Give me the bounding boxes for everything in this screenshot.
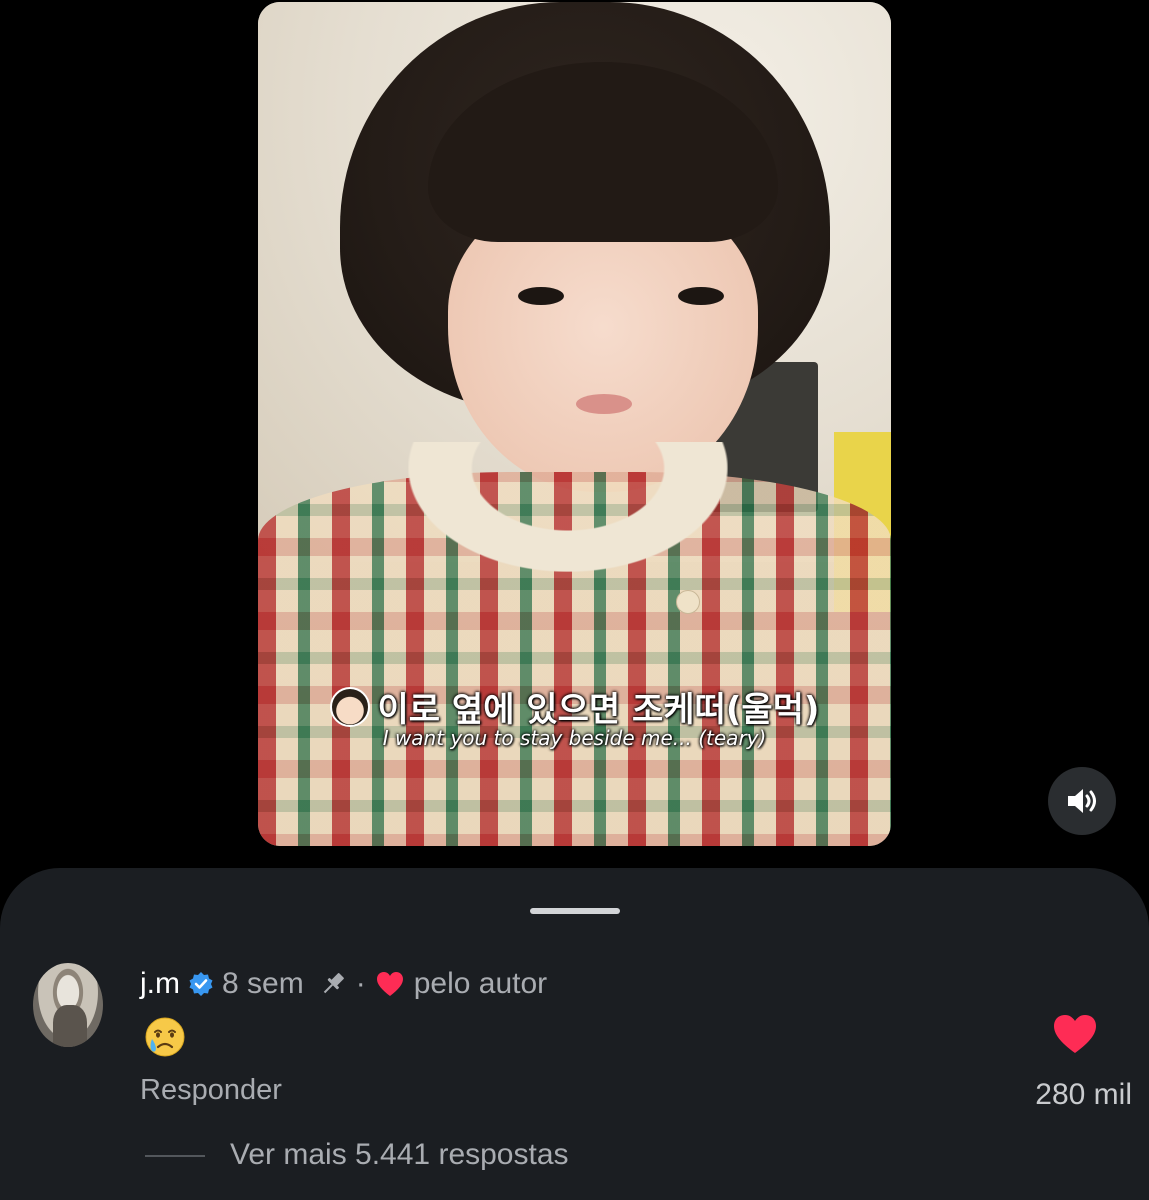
- avatar-photo: [53, 1005, 87, 1047]
- sound-toggle-button[interactable]: [1048, 767, 1116, 835]
- video-subject-mouth: [576, 394, 632, 414]
- comment-timestamp: 8 sem: [222, 967, 304, 1000]
- verified-badge-icon: [188, 971, 214, 997]
- comments-sheet: j.m 8 sem · pelo autor Responder 280 mil…: [0, 868, 1149, 1200]
- sheet-drag-handle[interactable]: [530, 908, 620, 914]
- video-subject-button: [676, 590, 700, 614]
- video-caption-korean: 이로 옆에 있으면 조케떠(울먹): [258, 682, 891, 731]
- video-caption-english: I want you to stay beside me... (teary): [382, 726, 767, 750]
- comment-username[interactable]: j.m: [140, 967, 180, 1001]
- caption-korean-text: 이로 옆에 있으면 조케떠(울먹): [377, 690, 820, 730]
- video-subject-eye: [678, 287, 724, 305]
- meta-separator: ·: [355, 967, 366, 1000]
- girl-emoji-icon: [329, 687, 370, 727]
- view-more-replies-button[interactable]: Ver mais 5.441 respostas: [230, 1138, 569, 1172]
- screen: 이로 옆에 있으면 조케떠(울먹) I want you to stay bes…: [0, 0, 1149, 1200]
- replies-divider: [145, 1155, 205, 1157]
- like-count: 280 mil: [1035, 1078, 1132, 1111]
- avatar[interactable]: [33, 963, 103, 1047]
- like-button[interactable]: [1052, 1013, 1098, 1055]
- liked-by-author-label: pelo autor: [413, 967, 548, 1000]
- video-subject-lace-collar: [408, 442, 728, 572]
- heart-filled-icon: [1054, 1015, 1096, 1053]
- pin-icon: [318, 969, 348, 999]
- comment-header: j.m 8 sem · pelo autor: [140, 964, 547, 1004]
- video-player[interactable]: 이로 옆에 있으면 조케떠(울먹) I want you to stay bes…: [258, 2, 891, 846]
- crying-face-emoji: [143, 1015, 187, 1059]
- speaker-on-icon: [1068, 789, 1096, 813]
- video-subject-eye: [518, 287, 564, 305]
- heart-icon: [376, 971, 404, 997]
- reply-button[interactable]: Responder: [140, 1074, 282, 1107]
